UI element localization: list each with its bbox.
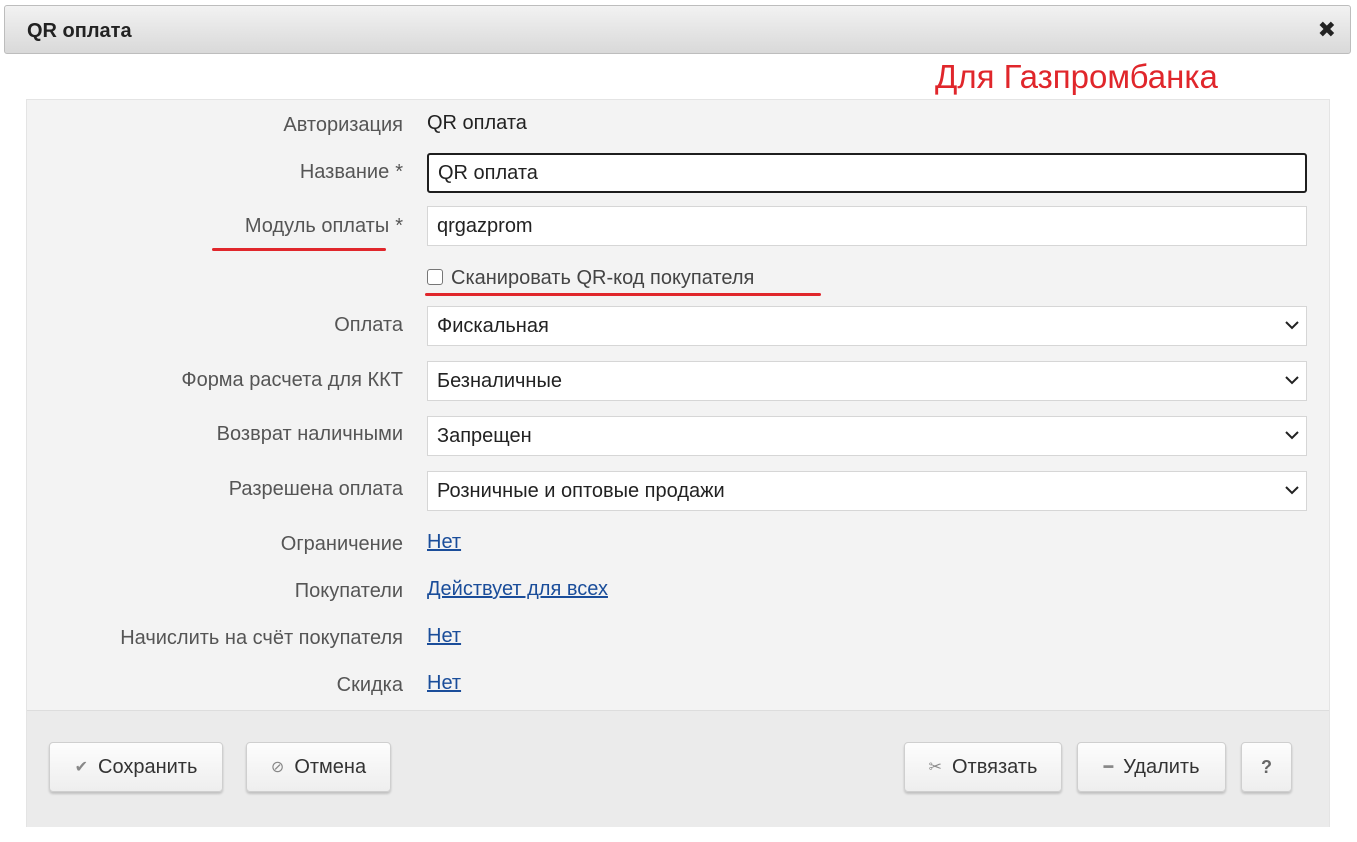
module-label-text: Модуль оплаты — [244, 215, 390, 237]
scan-qr-underline — [425, 293, 821, 296]
restriction-label-text: Ограничение — [280, 533, 403, 555]
scan-qr-checkbox-row[interactable]: Сканировать QR-код покупателя — [427, 265, 754, 291]
cancel-icon: ⊘ — [270, 759, 285, 776]
discount-link[interactable]: Нет — [427, 671, 461, 695]
allowed-payment-label-text: Разрешена оплата — [228, 478, 403, 500]
module-label: Модуль оплаты * — [245, 214, 403, 238]
credit-account-label-text: Начислить на счёт покупателя — [120, 627, 403, 649]
scissors-icon: ✂ — [928, 759, 942, 776]
module-label-underline — [212, 248, 386, 251]
close-icon[interactable]: ✖ — [1318, 17, 1336, 43]
allowed-payment-label: Разрешена оплата — [229, 477, 403, 501]
form-panel: Авторизация QR оплата Название * QR оплат… — [26, 99, 1330, 827]
name-label-text: Название — [299, 161, 390, 183]
check-icon: ✔ — [74, 759, 88, 776]
scan-qr-checkbox[interactable] — [427, 269, 443, 285]
payment-label: Оплата — [334, 313, 403, 337]
module-input-value: qrgazprom — [437, 215, 533, 237]
buyers-link[interactable]: Действует для всех — [427, 577, 608, 601]
restriction-link[interactable]: Нет — [427, 530, 461, 554]
dialog-titlebar: QR оплата ✖ — [4, 5, 1351, 54]
cancel-button[interactable]: ⊘ Отмена — [246, 742, 391, 792]
scan-qr-label: Сканировать QR-код покупателя — [451, 267, 755, 289]
discount-label-text: Скидка — [336, 674, 403, 696]
allowed-payment-select-value: Розничные и оптовые продажи — [437, 480, 725, 502]
buyers-label: Покупатели — [295, 579, 403, 603]
restriction-label: Ограничение — [281, 532, 403, 556]
payment-select-value: Фискальная — [437, 315, 549, 337]
kkt-form-label-text: Форма расчета для ККТ — [181, 369, 403, 391]
save-button[interactable]: ✔ Сохранить — [49, 742, 223, 792]
unbind-button-label: Отвязать — [952, 756, 1038, 778]
save-button-label: Сохранить — [98, 756, 198, 778]
chevron-down-icon — [1285, 486, 1299, 495]
name-label: Название * — [300, 160, 403, 184]
cash-return-select[interactable]: Запрещен — [427, 416, 1307, 456]
kkt-form-select[interactable]: Безналичные — [427, 361, 1307, 401]
module-input[interactable]: qrgazprom — [427, 206, 1307, 246]
kkt-form-label: Форма расчета для ККТ — [181, 368, 403, 392]
kkt-form-select-value: Безналичные — [437, 370, 562, 392]
payment-select[interactable]: Фискальная — [427, 306, 1307, 346]
cash-return-label-text: Возврат наличными — [216, 423, 403, 445]
chevron-down-icon — [1285, 321, 1299, 330]
required-mark: * — [395, 161, 403, 183]
chevron-down-icon — [1285, 376, 1299, 385]
authorization-label: Авторизация — [283, 113, 403, 137]
dialog-title: QR оплата — [27, 20, 132, 42]
allowed-payment-select[interactable]: Розничные и оптовые продажи — [427, 471, 1307, 511]
required-mark: * — [395, 215, 403, 237]
annotation-text: Для Газпромбанка — [935, 58, 1218, 95]
unbind-button[interactable]: ✂ Отвязать — [904, 742, 1062, 792]
cancel-button-label: Отмена — [294, 756, 367, 778]
discount-label: Скидка — [337, 673, 403, 697]
minus-icon: ━ — [1103, 759, 1114, 776]
payment-label-text: Оплата — [334, 314, 403, 336]
name-input-value: QR оплата — [438, 162, 538, 184]
name-input[interactable]: QR оплата — [427, 153, 1307, 193]
cash-return-label: Возврат наличными — [217, 422, 403, 446]
buyers-label-text: Покупатели — [294, 580, 403, 602]
delete-button[interactable]: ━ Удалить — [1077, 742, 1226, 792]
help-button[interactable]: ? — [1241, 742, 1292, 792]
cash-return-select-value: Запрещен — [437, 425, 532, 447]
chevron-down-icon — [1285, 431, 1299, 440]
authorization-label-text: Авторизация — [283, 114, 403, 136]
credit-account-label: Начислить на счёт покупателя — [120, 626, 403, 650]
authorization-value: QR оплата — [427, 112, 527, 134]
delete-button-label: Удалить — [1123, 756, 1200, 778]
credit-account-link[interactable]: Нет — [427, 624, 461, 648]
